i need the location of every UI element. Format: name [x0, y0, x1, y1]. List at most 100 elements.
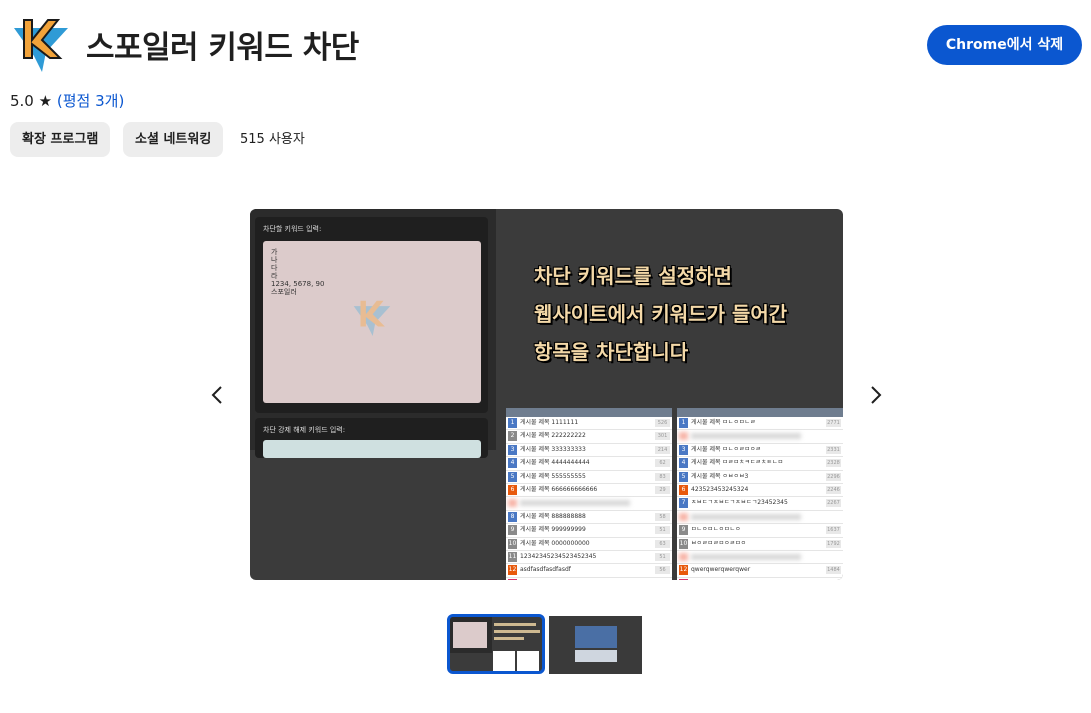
rating: 5.0 ★ (평점 3개)	[10, 90, 124, 111]
blurred-title	[691, 513, 801, 520]
row-number: 13	[508, 578, 517, 580]
post-list-right: 1 게시물 제목 ㅁㄴㅇㅁㄴㄹ 2771 3 게시물 제목 ㅁㄴㅇㄹㅁㅇㄹ 2331 4 게시…	[677, 408, 843, 580]
row-title: 12342345234523452345	[520, 552, 597, 560]
blurred-title	[691, 553, 801, 560]
list-row: 4 게시물 제목 ㅁㄹㅁㅊㅋㄷㄹㅊㅌㄴㅁ 2328	[677, 457, 843, 471]
screenshot-slide: 차단할 키워드 입력: 가 나 다 라 1234, 5678, 90 스포일러 …	[250, 209, 843, 580]
app-logo-icon	[14, 19, 68, 72]
row-count: 56	[655, 566, 670, 575]
row-number: 12	[679, 565, 688, 576]
block-keyword-box: 차단할 키워드 입력: 가 나 다 라 1234, 5678, 90 스포일러	[255, 217, 488, 413]
list-row: 9 게시물 제목 999999999 51	[506, 524, 672, 538]
unblock-keyword-label: 차단 강제 해제 키워드 입력:	[263, 426, 346, 434]
row-title: 게시물 제목 222222222	[520, 432, 586, 440]
headline-line: 차단 키워드를 설정하면	[534, 264, 732, 288]
list-row: 3 게시물 제목 ㅁㄴㅇㄹㅁㅇㄹ 2331	[677, 444, 843, 458]
row-number: 6	[679, 484, 688, 495]
list-row: 1 게시물 제목 1111111 526	[506, 417, 672, 431]
list-row: 7 ㅈㅂㄷㄱㅈㅂㄷㄱㅈㅂㄷㄱ23452345 2267	[677, 497, 843, 511]
textarea-line: 1234, 5678, 90	[271, 280, 325, 288]
thumb-list	[517, 651, 539, 671]
row-number: 4	[508, 458, 517, 469]
row-count: 2328	[826, 459, 841, 468]
star-icon: ★	[38, 92, 53, 110]
blurred-number	[679, 552, 688, 561]
headline-line: 항목을 차단합니다	[534, 340, 689, 364]
row-title: 게시물 제목 ㅁㄹㅁㅊㅋㄷㄹㅊㅌㄴㅁ	[691, 459, 784, 467]
list-row	[677, 551, 843, 565]
row-title: ㅈㅂㄷㄱㅈㅂㄷㄱㅈㅂㄷㄱ23452345	[691, 499, 788, 507]
blurred-number	[679, 432, 688, 441]
row-count: 63	[655, 539, 670, 548]
row-count: 301	[655, 432, 670, 441]
category-chip-extension[interactable]: 확장 프로그램	[10, 122, 111, 157]
row-title: 게시물 제목 ㅁㄴㅇㅁㄴㄹ	[691, 419, 756, 426]
block-keyword-textarea: 가 나 다 라 1234, 5678, 90 스포일러	[263, 241, 481, 403]
row-title: VXCZVXZCVZX	[691, 579, 736, 581]
list-row: 6 게시물 제목 666666666666 29	[506, 484, 672, 498]
row-number: 12	[508, 565, 517, 576]
watermark-logo-icon	[353, 300, 391, 336]
row-title: 게시물 제목 999999999	[520, 526, 586, 534]
user-count: 515 사용자	[240, 132, 305, 147]
post-list-left: 1 게시물 제목 1111111 526 2 게시물 제목 222222222 301 3 게…	[506, 408, 672, 580]
row-title: 423523453245324	[691, 485, 749, 493]
thumbnail-1[interactable]	[447, 614, 545, 674]
list-row: 1 게시물 제목 ㅁㄴㅇㅁㄴㄹ 2771	[677, 417, 843, 431]
chevron-left-icon	[211, 386, 222, 404]
list-row: 10 ㅂㅇㄹㅁㄹㅁㅇㄹㅁㅇ 1792	[677, 538, 843, 551]
thumb-panel	[450, 617, 492, 653]
thumbnail-2[interactable]	[549, 616, 642, 674]
thumb-content	[575, 626, 617, 648]
slide-headline: 차단 키워드를 설정하면 웹사이트에서 키워드가 들어간 항목을 차단합니다	[534, 257, 834, 371]
row-count: 51	[655, 526, 670, 535]
row-number: 10	[508, 538, 517, 549]
prev-slide-button[interactable]	[203, 380, 233, 410]
row-title: 게시물 제목 333333333	[520, 445, 586, 453]
list-row: 12 asdfasdfasdfasdf 56	[506, 564, 672, 578]
rating-count-link[interactable]: (평점 3개)	[57, 92, 124, 110]
row-title: 게시물 제목 ㅇㅂㅇㅂ3	[691, 472, 749, 480]
next-slide-button[interactable]	[860, 380, 890, 410]
row-number: 7	[679, 498, 688, 509]
blurred-number	[508, 499, 517, 508]
row-count: 526	[655, 419, 670, 427]
remove-from-chrome-button[interactable]: Chrome에서 삭제	[927, 25, 1082, 65]
row-number: 1	[679, 418, 688, 428]
list-row: 12 qwerqwerqwerqwer 1484	[677, 564, 843, 578]
row-number: 4	[679, 458, 688, 469]
row-number: 6	[508, 484, 517, 495]
row-title: qwerqwerqwerqwer	[691, 566, 751, 574]
thumb-list	[493, 651, 515, 671]
row-title: 게시물 제목 ㅁㄴㅇㄹㅁㅇㄹ	[691, 445, 762, 453]
blurred-title	[691, 433, 801, 440]
row-title: 게시물 제목 1111111	[520, 419, 579, 426]
row-title: 게시물 제목 0000000000	[520, 539, 590, 547]
row-title: ㅂㅇㄹㅁㄹㅁㅇㄹㅁㅇ	[691, 539, 747, 547]
category-chip-social[interactable]: 소셜 네트워킹	[123, 122, 224, 157]
row-count: 1637	[826, 526, 841, 535]
textarea-line: 다	[271, 264, 278, 272]
list-row: 8 게시물 제목 888888888 58	[506, 511, 672, 525]
textarea-line: 가	[271, 248, 278, 256]
unblock-keyword-box: 차단 강제 해제 키워드 입력:	[255, 418, 488, 458]
row-number: 9	[679, 525, 688, 536]
list-row: 4 게시물 제목 4444444444 62	[506, 457, 672, 471]
row-title: 게시물 제목 888888888	[520, 512, 586, 520]
list-row: 6 423523453245324 2246	[677, 484, 843, 498]
list-row	[677, 511, 843, 525]
unblock-keyword-textarea	[263, 440, 481, 458]
row-count: 2771	[826, 419, 841, 427]
row-number: 5	[679, 471, 688, 482]
row-number: 9	[508, 525, 517, 536]
list-row: 5 게시물 제목 555555555 83	[506, 471, 672, 484]
list-row	[677, 430, 843, 444]
row-count: 2331	[826, 445, 841, 454]
rating-score: 5.0	[10, 92, 34, 110]
row-title: asdfasdfasdfasdf	[520, 566, 571, 574]
row-number: 5	[508, 471, 517, 482]
list-row: 10 게시물 제목 0000000000 63	[506, 538, 672, 551]
thumb-text-bar	[494, 623, 536, 626]
row-count: 2267	[826, 499, 841, 508]
list-row: 2 게시물 제목 222222222 301	[506, 430, 672, 444]
